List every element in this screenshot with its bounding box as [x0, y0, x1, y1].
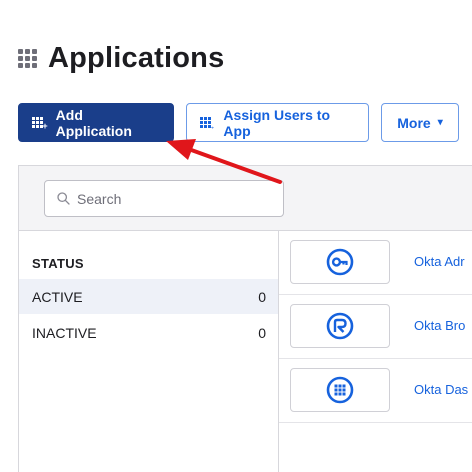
assign-users-icon: → — [200, 116, 215, 130]
filter-label: INACTIVE — [32, 324, 97, 341]
app-logo-button[interactable] — [290, 240, 390, 284]
search-box — [44, 180, 284, 217]
app-row: Okta Das — [279, 359, 472, 423]
page-title: Applications — [48, 42, 225, 74]
assign-users-label: Assign Users to App — [223, 106, 331, 139]
okta-browser-plugin-icon — [326, 312, 354, 340]
app-name-link[interactable]: Okta Das — [414, 382, 468, 397]
applications-page: Applications + Add Application → Assign … — [0, 0, 472, 472]
apps-grid-icon — [18, 48, 40, 70]
okta-key-icon — [326, 248, 354, 276]
applications-panel: STATUS ACTIVE 0 INACTIVE 0 Okta Adr — [18, 165, 472, 472]
app-name-link[interactable]: Okta Adr — [414, 254, 465, 269]
status-heading: STATUS — [32, 256, 84, 271]
app-logo-button[interactable] — [290, 304, 390, 348]
filter-count: 0 — [258, 324, 266, 341]
okta-dashboard-icon — [326, 376, 354, 404]
more-label: More — [397, 114, 431, 131]
filter-count: 0 — [258, 288, 266, 305]
search-icon — [57, 192, 70, 205]
search-input[interactable] — [77, 190, 267, 207]
more-button[interactable]: More ▾ — [381, 103, 459, 142]
caret-down-icon: ▾ — [437, 117, 443, 128]
app-logo-button[interactable] — [290, 368, 390, 412]
filter-active[interactable]: ACTIVE 0 — [19, 279, 278, 314]
filter-inactive[interactable]: INACTIVE 0 — [19, 315, 278, 350]
status-sidebar: STATUS ACTIVE 0 INACTIVE 0 — [19, 231, 279, 472]
app-row: Okta Bro — [279, 295, 472, 359]
add-application-button[interactable]: + Add Application — [18, 103, 174, 142]
assign-users-button[interactable]: → Assign Users to App — [186, 103, 369, 142]
toolbar: + Add Application → Assign Users to App … — [18, 103, 459, 142]
add-application-label: Add Application — [55, 106, 132, 139]
search-bar-area — [19, 166, 472, 231]
app-row: Okta Adr — [279, 231, 472, 295]
add-app-icon: + — [32, 116, 48, 130]
page-header: Applications — [18, 42, 224, 75]
filter-label: ACTIVE — [32, 288, 83, 305]
app-name-link[interactable]: Okta Bro — [414, 318, 465, 333]
